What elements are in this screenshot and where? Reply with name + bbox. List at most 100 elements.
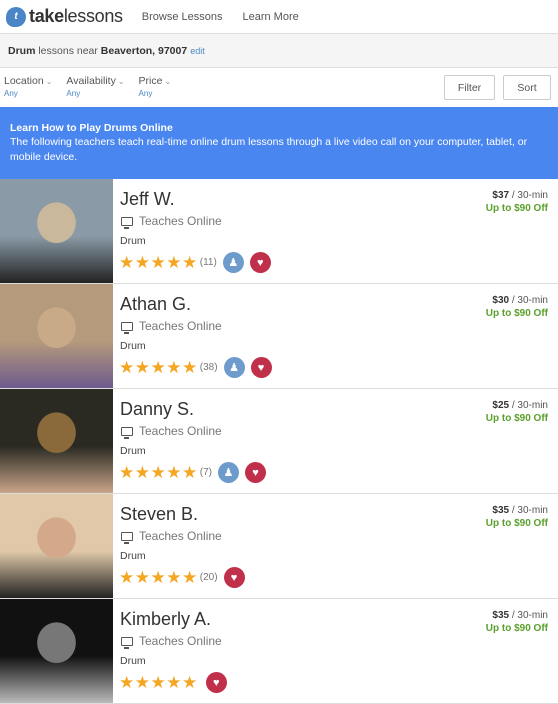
logo-icon: t: [6, 6, 26, 27]
price-info: $35 / 30-min Up to $90 Off: [485, 505, 548, 529]
teaches-online: Teaches Online: [121, 214, 222, 229]
star-icon: ★: [150, 252, 166, 272]
filter-availability[interactable]: Availability ⌄ Any: [66, 75, 124, 98]
teaches-online: Teaches Online: [121, 424, 222, 439]
chevron-down-icon: ⌄: [45, 77, 53, 86]
star-icon: ★: [134, 567, 150, 587]
review-count: (11): [199, 257, 217, 268]
sort-button[interactable]: Sort: [503, 75, 551, 100]
monitor-icon: [121, 426, 133, 439]
star-icon: ★: [134, 462, 150, 482]
star-icon: ★: [134, 252, 150, 272]
monitor-icon: [121, 216, 133, 229]
teacher-name[interactable]: Kimberly A.: [120, 609, 211, 630]
nav-learn-more[interactable]: Learn More: [242, 11, 298, 23]
price-info: $30 / 30-min Up to $90 Off: [485, 295, 548, 319]
star-icon: ★: [150, 357, 166, 377]
online-lessons-banner: Learn How to Play Drums Online The follo…: [0, 107, 558, 179]
heart-icon[interactable]: ♥: [205, 672, 227, 693]
teacher-card[interactable]: Steven B. Teaches Online Drum ★ ★ ★ ★ ★ (20)…: [0, 494, 558, 599]
edit-search-link[interactable]: edit: [190, 46, 205, 56]
star-icon: ★: [119, 252, 135, 272]
banner-title: Learn How to Play Drums Online: [10, 122, 173, 134]
rating: ★ ★ ★ ★ ★ (20) ♥: [119, 567, 245, 588]
chevron-down-icon: ⌄: [164, 77, 172, 86]
star-icon: ★: [150, 672, 166, 692]
star-icon: ★: [182, 357, 198, 377]
monitor-icon: [121, 321, 133, 334]
takelessons-logo[interactable]: t takelessons: [6, 6, 123, 27]
rating: ★ ★ ★ ★ ★ (38) ♟ ♥: [119, 357, 272, 378]
filter-location[interactable]: Location ⌄ Any: [4, 75, 52, 98]
teacher-name[interactable]: Danny S.: [120, 399, 194, 420]
teaches-online: Teaches Online: [121, 319, 222, 334]
teacher-photo[interactable]: [0, 179, 113, 283]
teacher-name[interactable]: Jeff W.: [120, 189, 175, 210]
teacher-name[interactable]: Steven B.: [120, 504, 198, 525]
teacher-card[interactable]: Athan G. Teaches Online Drum ★ ★ ★ ★ ★ (38) …: [0, 284, 558, 389]
teacher-photo[interactable]: [0, 389, 113, 493]
monitor-icon: [121, 531, 133, 544]
discount-text: Up to $90 Off: [485, 413, 548, 424]
monitor-icon: [121, 636, 133, 649]
rating: ★ ★ ★ ★ ★ ♥: [119, 672, 227, 693]
review-count: (7): [199, 467, 212, 478]
teacher-card[interactable]: Jeff W. Teaches Online Drum ★ ★ ★ ★ ★ (11) ♟…: [0, 179, 558, 284]
teacher-list: Jeff W. Teaches Online Drum ★ ★ ★ ★ ★ (11) ♟…: [0, 179, 558, 704]
star-icon: ★: [134, 672, 150, 692]
search-summary: Drum lessons near Beaverton, 97007 edit: [0, 34, 558, 68]
star-icon: ★: [166, 672, 182, 692]
star-icon: ★: [166, 462, 182, 482]
filter-price[interactable]: Price ⌄ Any: [139, 75, 172, 98]
chevron-down-icon: ⌄: [117, 77, 125, 86]
teacher-instrument: Drum: [120, 235, 146, 247]
teacher-instrument: Drum: [120, 655, 146, 667]
heart-icon[interactable]: ♥: [249, 252, 271, 273]
teacher-photo[interactable]: [0, 284, 113, 388]
award-badge-icon: ♟: [223, 357, 245, 378]
star-icon: ★: [182, 462, 198, 482]
teacher-card[interactable]: Kimberly A. Teaches Online Drum ★ ★ ★ ★ ★ ♥ …: [0, 599, 558, 704]
star-icon: ★: [182, 252, 198, 272]
award-badge-icon: ♟: [222, 252, 244, 273]
star-icon: ★: [150, 462, 166, 482]
star-icon: ★: [166, 252, 182, 272]
teacher-photo[interactable]: [0, 599, 113, 703]
star-icon: ★: [119, 357, 135, 377]
award-badge-icon: ♟: [217, 462, 239, 483]
price-info: $35 / 30-min Up to $90 Off: [485, 610, 548, 634]
teacher-photo[interactable]: [0, 494, 113, 598]
price-info: $25 / 30-min Up to $90 Off: [485, 400, 548, 424]
heart-icon[interactable]: ♥: [244, 462, 266, 483]
discount-text: Up to $90 Off: [485, 308, 548, 319]
review-count: (20): [199, 572, 218, 583]
review-count: (38): [199, 362, 218, 373]
teacher-name[interactable]: Athan G.: [120, 294, 191, 315]
star-icon: ★: [182, 567, 198, 587]
discount-text: Up to $90 Off: [485, 203, 548, 214]
star-icon: ★: [119, 567, 135, 587]
filters-bar: Location ⌄ Any Availability ⌄ Any Price ⌄ A…: [0, 68, 558, 107]
heart-icon[interactable]: ♥: [223, 567, 245, 588]
star-icon: ★: [119, 462, 135, 482]
teaches-online: Teaches Online: [121, 634, 222, 649]
banner-description: The following teachers teach real-time o…: [10, 136, 528, 163]
star-icon: ★: [166, 567, 182, 587]
star-icon: ★: [134, 357, 150, 377]
star-icon: ★: [166, 357, 182, 377]
filter-button[interactable]: Filter: [444, 75, 495, 100]
teacher-instrument: Drum: [120, 550, 146, 562]
rating: ★ ★ ★ ★ ★ (7) ♟ ♥: [119, 462, 266, 483]
discount-text: Up to $90 Off: [485, 518, 548, 529]
top-nav: t takelessons Browse Lessons Learn More: [0, 0, 558, 34]
nav-browse-lessons[interactable]: Browse Lessons: [142, 11, 223, 23]
teacher-instrument: Drum: [120, 340, 146, 352]
star-icon: ★: [119, 672, 135, 692]
teacher-card[interactable]: Danny S. Teaches Online Drum ★ ★ ★ ★ ★ (7) ♟…: [0, 389, 558, 494]
heart-icon[interactable]: ♥: [250, 357, 272, 378]
price-info: $37 / 30-min Up to $90 Off: [485, 190, 548, 214]
teacher-instrument: Drum: [120, 445, 146, 457]
star-icon: ★: [150, 567, 166, 587]
star-icon: ★: [182, 672, 198, 692]
teaches-online: Teaches Online: [121, 529, 222, 544]
